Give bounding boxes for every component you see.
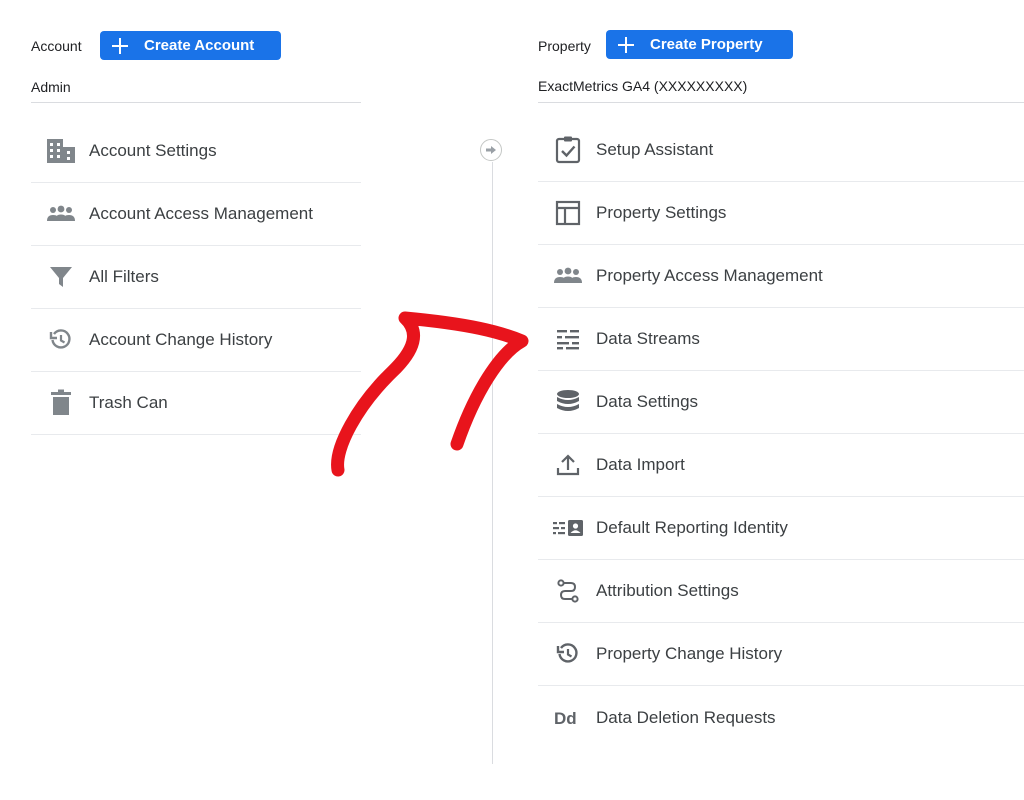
property-item-label: Data Deletion Requests: [596, 707, 776, 727]
property-item-change-history[interactable]: Property Change History: [538, 623, 1024, 686]
account-menu: Account Settings Account Access Manageme…: [31, 120, 361, 435]
account-item-all-filters[interactable]: All Filters: [31, 246, 361, 309]
property-item-label: Data Import: [596, 455, 685, 474]
property-header-divider: [538, 102, 1024, 103]
account-item-settings[interactable]: Account Settings: [31, 120, 361, 183]
column-connector: [480, 139, 502, 161]
account-item-label: Account Change History: [89, 330, 273, 349]
property-item-label: Attribution Settings: [596, 581, 739, 600]
account-item-label: All Filters: [89, 267, 159, 286]
arrow-right-icon: [485, 144, 497, 156]
property-item-label: Setup Assistant: [596, 140, 714, 159]
account-header-divider: [31, 102, 361, 103]
create-property-label: Create Property: [650, 36, 763, 53]
create-account-button[interactable]: Create Account: [100, 31, 281, 60]
property-item-label: Property Change History: [596, 644, 783, 663]
property-item-data-deletion[interactable]: Dd Data Deletion Requests: [538, 686, 1024, 749]
property-item-reporting-identity[interactable]: Default Reporting Identity: [538, 497, 1024, 560]
property-item-label: Data Streams: [596, 329, 700, 348]
property-item-label: Property Settings: [596, 203, 727, 222]
account-item-label: Trash Can: [89, 393, 168, 412]
property-item-attribution-settings[interactable]: Attribution Settings: [538, 560, 1024, 623]
clipboard-check-icon: [548, 136, 588, 164]
account-selector[interactable]: Admin: [31, 79, 71, 95]
data-deletion-icon: Dd: [548, 704, 588, 732]
plus-icon: [110, 36, 130, 56]
svg-text:Dd: Dd: [554, 709, 577, 728]
account-item-change-history[interactable]: Account Change History: [31, 309, 361, 372]
upload-icon: [548, 451, 588, 479]
account-header-label: Account: [31, 38, 82, 54]
property-item-access-management[interactable]: Property Access Management: [538, 245, 1024, 308]
account-item-access-management[interactable]: Account Access Management: [31, 183, 361, 246]
database-icon: [548, 388, 588, 416]
layout-icon: [548, 199, 588, 227]
account-item-label: Account Access Management: [89, 204, 313, 223]
trash-icon: [41, 389, 81, 417]
attribution-icon: [548, 577, 588, 605]
account-item-trash-can[interactable]: Trash Can: [31, 372, 361, 435]
plus-icon: [616, 35, 636, 55]
property-item-data-import[interactable]: Data Import: [538, 434, 1024, 497]
property-menu: Setup Assistant Property Settings Proper…: [538, 119, 1024, 749]
filter-icon: [41, 263, 81, 291]
property-item-label: Default Reporting Identity: [596, 518, 788, 537]
create-account-label: Create Account: [144, 37, 255, 54]
building-icon: [41, 137, 81, 165]
property-header-label: Property: [538, 38, 591, 54]
people-icon: [41, 200, 81, 228]
property-item-label: Data Settings: [596, 392, 699, 411]
history-icon: [548, 640, 588, 668]
property-item-data-settings[interactable]: Data Settings: [538, 371, 1024, 434]
identity-icon: [548, 514, 588, 542]
streams-icon: [548, 325, 588, 353]
column-divider: [492, 162, 493, 764]
property-item-setup-assistant[interactable]: Setup Assistant: [538, 119, 1024, 182]
property-item-settings[interactable]: Property Settings: [538, 182, 1024, 245]
property-item-label: Property Access Management: [596, 266, 823, 285]
history-icon: [41, 326, 81, 354]
property-selector[interactable]: ExactMetrics GA4 (XXXXXXXXX): [538, 78, 747, 94]
account-item-label: Account Settings: [89, 141, 217, 160]
property-item-data-streams[interactable]: Data Streams: [538, 308, 1024, 371]
create-property-button[interactable]: Create Property: [606, 30, 793, 59]
people-icon: [548, 262, 588, 290]
